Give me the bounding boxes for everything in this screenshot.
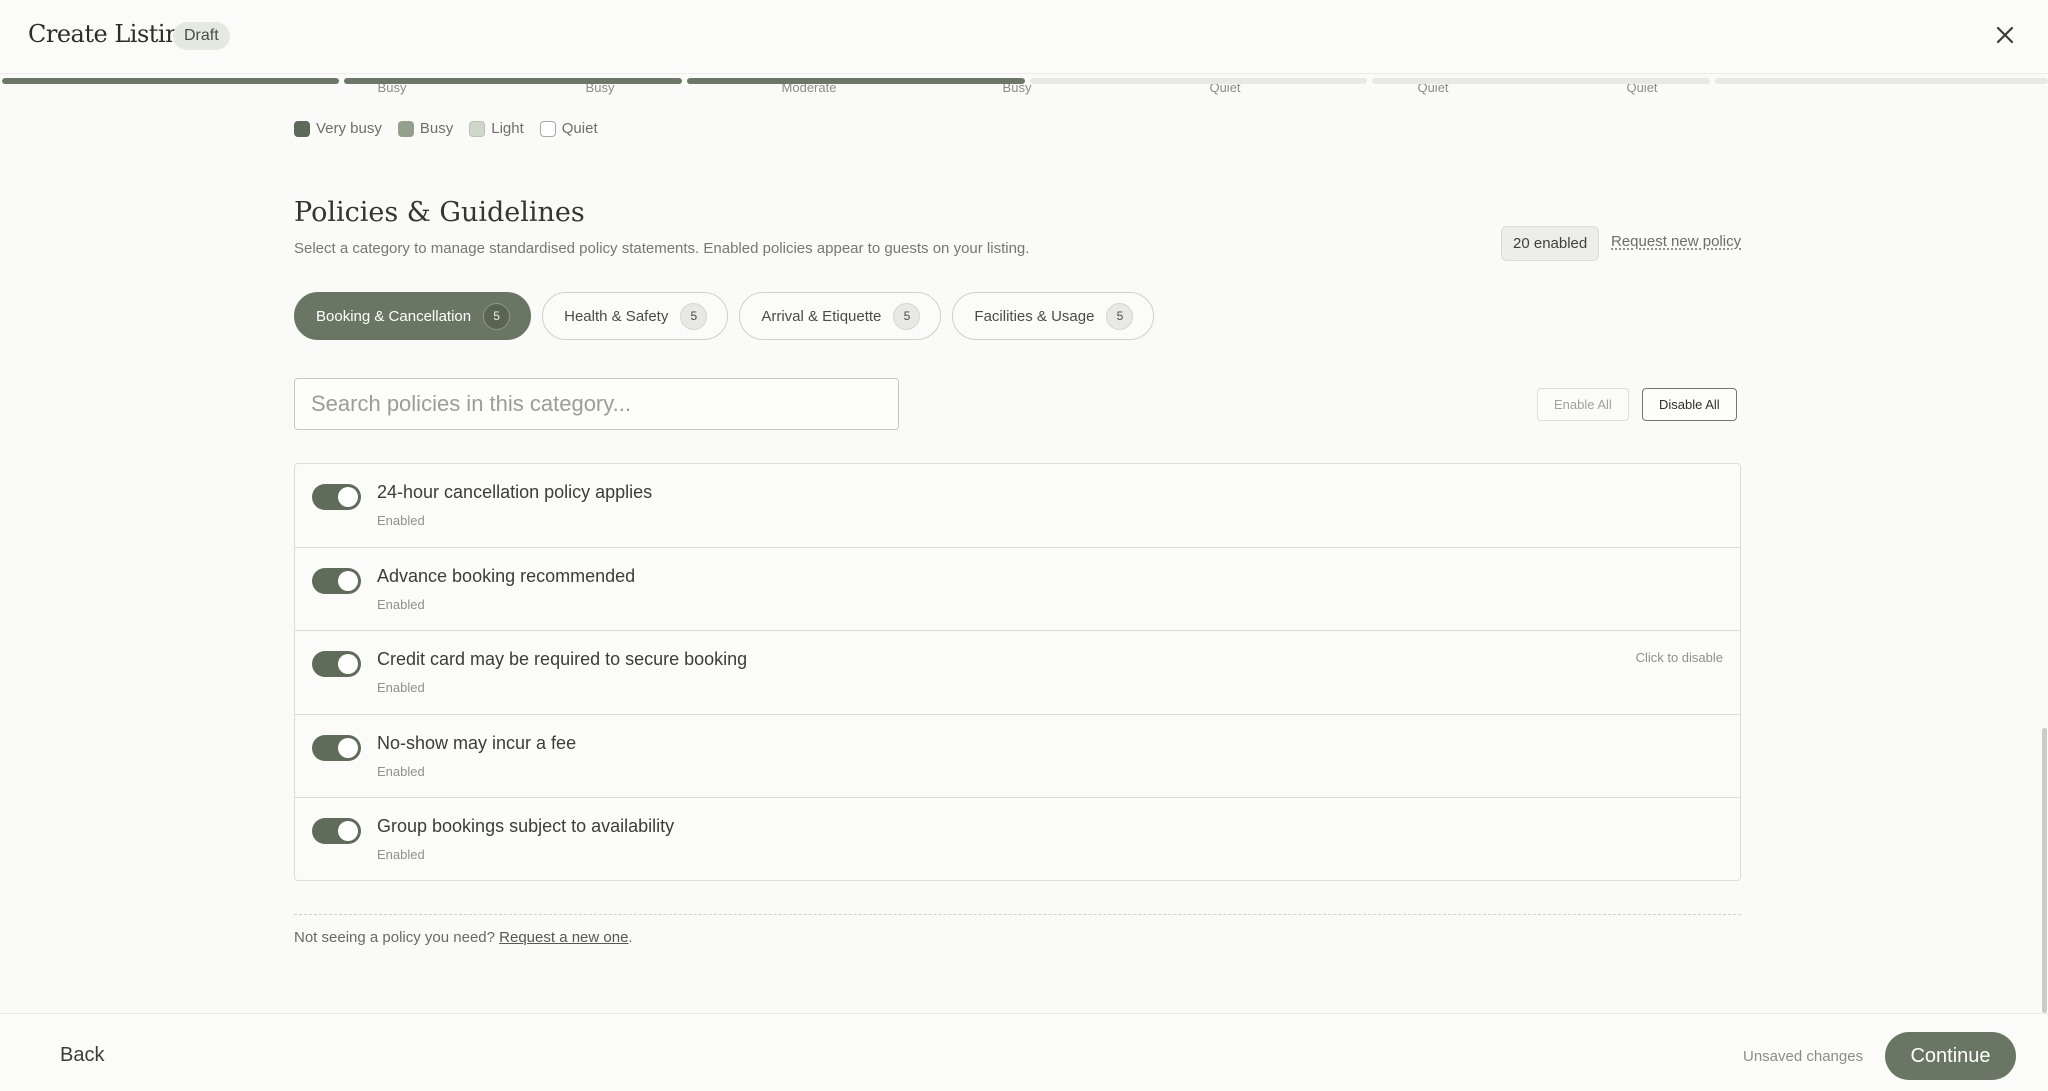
enabled-count-badge: 20 enabled [1501,226,1600,261]
tab-arrival-etiquette[interactable]: Arrival & Etiquette 5 [739,292,942,340]
close-button[interactable] [1990,20,2020,50]
footnote: Not seeing a policy you need? Request a … [294,929,633,946]
policy-row[interactable]: No-show may incur a fee Enabled [295,715,1740,798]
policy-row[interactable]: 24-hour cancellation policy applies Enab… [295,464,1740,548]
policy-toggle[interactable] [312,818,361,844]
policy-title: Credit card may be required to secure bo… [377,649,748,669]
busyness-label: Quiet [1417,84,1449,95]
tab-label: Facilities & Usage [974,307,1095,325]
busyness-label: Moderate [781,84,837,95]
legend-swatch [397,120,414,137]
legend-item: Quiet [539,120,598,137]
tab-count-badge: 5 [483,302,511,330]
busyness-label: Quiet [1209,84,1241,95]
policy-title: 24-hour cancellation policy applies [377,482,653,502]
busyness-label: Busy [377,84,407,95]
busyness-labels: Busy Busy Moderate Busy Quiet Quiet Quie… [0,84,2048,98]
continue-button[interactable]: Continue [1885,1032,2016,1080]
back-button[interactable]: Back [60,1044,104,1067]
legend-item: Light [469,120,524,137]
policy-toggle[interactable] [312,567,361,594]
policy-row[interactable]: Advance booking recommended Enabled [295,548,1740,631]
busyness-label: Busy [585,84,615,95]
legend-swatch [294,120,310,137]
section-title: Policies & Guidelines [294,197,585,228]
tab-count-badge: 5 [680,302,708,330]
scrollbar-thumb[interactable] [2042,728,2047,1013]
policy-title: Group bookings subject to availability [377,816,675,836]
tab-health-safety[interactable]: Health & Safety 5 [542,292,729,340]
tab-label: Booking & Cancellation [316,307,472,325]
policy-toggle[interactable] [312,734,361,761]
policy-list: 24-hour cancellation policy applies Enab… [294,463,1741,881]
busyness-label: Quiet [1626,84,1658,95]
request-new-policy-link[interactable]: Request new policy [1611,233,1741,250]
policy-status: Enabled [377,847,425,862]
policy-row[interactable]: Group bookings subject to availability E… [295,798,1740,880]
enable-all-button[interactable]: Enable All [1537,388,1629,421]
policy-row[interactable]: Credit card may be required to secure bo… [295,631,1740,715]
legend-item: Very busy [294,120,382,137]
page-title: Create Listing [28,20,195,48]
legend-label: Light [491,120,524,137]
disable-all-button[interactable]: Disable All [1642,388,1737,421]
status-badge: Draft [173,22,230,50]
policy-toggle[interactable] [312,484,361,510]
tab-booking-cancellation[interactable]: Booking & Cancellation 5 [294,292,532,340]
tab-facilities-usage[interactable]: Facilities & Usage 5 [952,292,1155,340]
tab-count-badge: 5 [893,302,921,330]
section-description: Select a category to manage standardised… [294,240,1030,257]
policy-status: Enabled [377,596,425,612]
legend-swatch [539,120,556,137]
tab-count-badge: 5 [1106,302,1134,330]
close-icon [1996,26,2014,44]
footnote-period: . [628,929,633,946]
busyness-label: Busy [1002,84,1032,95]
divider [294,914,1741,915]
footer: Back Unsaved changes Continue [0,1013,2048,1091]
footnote-text: Not seeing a policy you need? [294,929,495,946]
policy-hint: Click to disable [1635,650,1723,665]
search-input[interactable] [294,378,899,430]
legend-label: Quiet [561,120,598,137]
tab-label: Arrival & Etiquette [761,307,882,325]
busyness-legend: Very busy Busy Light Quiet [294,120,598,137]
policy-toggle[interactable] [312,651,361,677]
policy-title: Advance booking recommended [377,565,636,586]
request-new-one-link[interactable]: Request a new one [499,929,628,946]
policy-status: Enabled [377,513,425,528]
legend-label: Very busy [316,120,382,137]
policy-status: Enabled [377,680,425,695]
legend-swatch [469,120,486,137]
tab-label: Health & Safety [564,307,669,325]
legend-label: Busy [419,120,454,137]
header: Create Listing Draft [0,0,2048,74]
category-tabs: Booking & Cancellation 5 Health & Safety… [294,292,1155,340]
unsaved-changes-text: Unsaved changes [1743,1048,1864,1065]
legend-item: Busy [397,120,454,137]
policy-title: No-show may incur a fee [377,732,577,753]
policy-status: Enabled [377,763,425,779]
